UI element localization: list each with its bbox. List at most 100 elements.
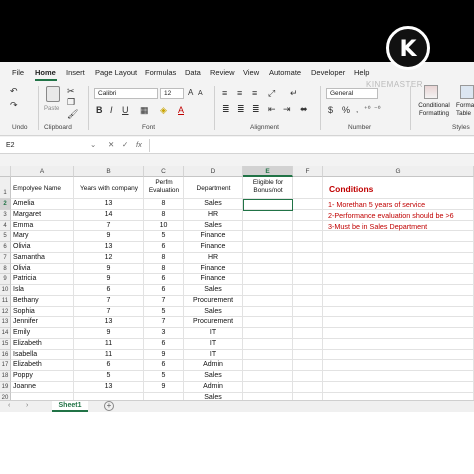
tab-insert[interactable]: Insert — [66, 68, 85, 77]
paste-icon[interactable] — [46, 86, 60, 102]
row-header[interactable]: 7 — [0, 252, 11, 264]
row-header[interactable]: 19 — [0, 381, 11, 393]
cell-g10[interactable] — [323, 285, 474, 296]
cell-c9[interactable]: 6 — [144, 274, 184, 285]
cell-a4[interactable]: Emma — [11, 220, 74, 232]
cell-f13[interactable] — [293, 317, 323, 328]
cell-b15[interactable]: 11 — [74, 338, 144, 350]
fill-color-icon[interactable]: ◈ — [160, 105, 167, 115]
tab-home[interactable]: Home — [35, 68, 56, 77]
cell-c6[interactable]: 6 — [144, 242, 184, 253]
cell-f15[interactable] — [293, 338, 323, 350]
cell-f8[interactable] — [293, 263, 323, 275]
add-sheet-button[interactable]: + — [104, 401, 114, 411]
cell-d5[interactable]: Finance — [184, 231, 243, 242]
row-header[interactable]: 16 — [0, 349, 11, 361]
tab-formulas[interactable]: Formulas — [145, 68, 176, 77]
cell-e17[interactable] — [243, 360, 293, 371]
cell-c3[interactable]: 8 — [144, 209, 184, 221]
tab-data[interactable]: Data — [185, 68, 201, 77]
increase-indent-icon[interactable]: ⇥ — [283, 104, 291, 114]
name-box[interactable]: E2 — [3, 140, 95, 151]
cell-d18[interactable]: Sales — [184, 371, 243, 382]
cell-e15[interactable] — [243, 338, 293, 350]
currency-icon[interactable]: $ — [328, 105, 333, 115]
cell-a8[interactable]: Olivia — [11, 263, 74, 275]
cell-f14[interactable] — [293, 328, 323, 339]
tab-file[interactable]: File — [12, 68, 24, 77]
cell-g7[interactable] — [323, 252, 474, 264]
cell-a19[interactable]: Joanne — [11, 381, 74, 393]
cell-f9[interactable] — [293, 274, 323, 285]
cell-c11[interactable]: 7 — [144, 295, 184, 307]
row-header[interactable]: 13 — [0, 317, 11, 328]
row-header[interactable]: 6 — [0, 242, 11, 253]
align-right-icon[interactable]: ≣ — [252, 104, 260, 114]
cell-e4[interactable] — [243, 220, 293, 232]
cell-d10[interactable]: Sales — [184, 285, 243, 296]
wrap-text-icon[interactable]: ↵ — [290, 88, 298, 98]
cell-g12[interactable] — [323, 306, 474, 318]
cell-e6[interactable] — [243, 242, 293, 253]
cell-e12[interactable] — [243, 306, 293, 318]
tab-help[interactable]: Help — [354, 68, 369, 77]
cell-a2[interactable]: Amelia — [11, 199, 74, 210]
row-header[interactable]: 17 — [0, 360, 11, 371]
orientation-icon[interactable]: ⤢ — [268, 88, 275, 98]
cell-f6[interactable] — [293, 242, 323, 253]
column-header-e[interactable]: E — [243, 166, 293, 177]
align-bottom-icon[interactable]: ≡ — [252, 88, 257, 98]
cell-a15[interactable]: Elizabeth — [11, 338, 74, 350]
align-center-icon[interactable]: ≣ — [237, 104, 245, 114]
cell-b18[interactable]: 5 — [74, 371, 144, 382]
bold-icon[interactable]: B — [96, 105, 103, 115]
cell-a6[interactable]: Olivia — [11, 242, 74, 253]
cell-f2[interactable] — [293, 199, 323, 210]
cell-b12[interactable]: 7 — [74, 306, 144, 318]
cell-c13[interactable]: 7 — [144, 317, 184, 328]
cell-c18[interactable]: 5 — [144, 371, 184, 382]
formula-input[interactable] — [154, 140, 464, 151]
borders-icon[interactable]: ▦ — [140, 105, 149, 115]
font-size-select[interactable]: 12 — [160, 88, 184, 99]
cancel-icon[interactable]: ✕ — [108, 140, 114, 149]
row-header[interactable]: 18 — [0, 371, 11, 382]
column-header-f[interactable]: F — [293, 166, 323, 177]
cell-e13[interactable] — [243, 317, 293, 328]
cell-b16[interactable]: 11 — [74, 349, 144, 361]
cell-a18[interactable]: Poppy — [11, 371, 74, 382]
cell-d12[interactable]: Sales — [184, 306, 243, 318]
cell-b2[interactable]: 13 — [74, 199, 144, 210]
row-header[interactable]: 14 — [0, 328, 11, 339]
column-header-d[interactable]: D — [184, 166, 243, 177]
select-all-corner[interactable] — [0, 166, 11, 177]
cell-c19[interactable]: 9 — [144, 381, 184, 393]
comma-style-icon[interactable]: , — [356, 105, 358, 115]
row-header[interactable]: 2 — [0, 199, 11, 210]
row-header[interactable]: 4 — [0, 220, 11, 232]
cell-a16[interactable]: Isabella — [11, 349, 74, 361]
cell-f19[interactable] — [293, 381, 323, 393]
sheet-tab-sheet1[interactable]: Sheet1 — [52, 401, 88, 412]
cell-g8[interactable] — [323, 263, 474, 275]
cell-e5[interactable] — [243, 231, 293, 242]
paste-label[interactable]: Paste — [44, 106, 59, 112]
cell-g15[interactable] — [323, 338, 474, 350]
percent-icon[interactable]: % — [342, 105, 350, 115]
cell-f16[interactable] — [293, 349, 323, 361]
font-name-select[interactable]: Calibri — [94, 88, 158, 99]
number-format-select[interactable]: General — [326, 88, 378, 99]
conditional-formatting-button[interactable]: Conditional Formatting — [414, 102, 454, 118]
cell-f5[interactable] — [293, 231, 323, 242]
cell-a9[interactable]: Patricia — [11, 274, 74, 285]
cut-icon[interactable]: ✂ — [67, 86, 75, 96]
cell-d9[interactable]: Finance — [184, 274, 243, 285]
cell-c5[interactable]: 5 — [144, 231, 184, 242]
cell-b10[interactable]: 6 — [74, 285, 144, 296]
insert-function-icon[interactable]: fx — [136, 140, 142, 149]
cell-f1[interactable] — [293, 177, 323, 199]
cell-c4[interactable]: 10 — [144, 220, 184, 232]
cell-f7[interactable] — [293, 252, 323, 264]
tab-page-layout[interactable]: Page Layout — [95, 68, 137, 77]
cell-b11[interactable]: 7 — [74, 295, 144, 307]
